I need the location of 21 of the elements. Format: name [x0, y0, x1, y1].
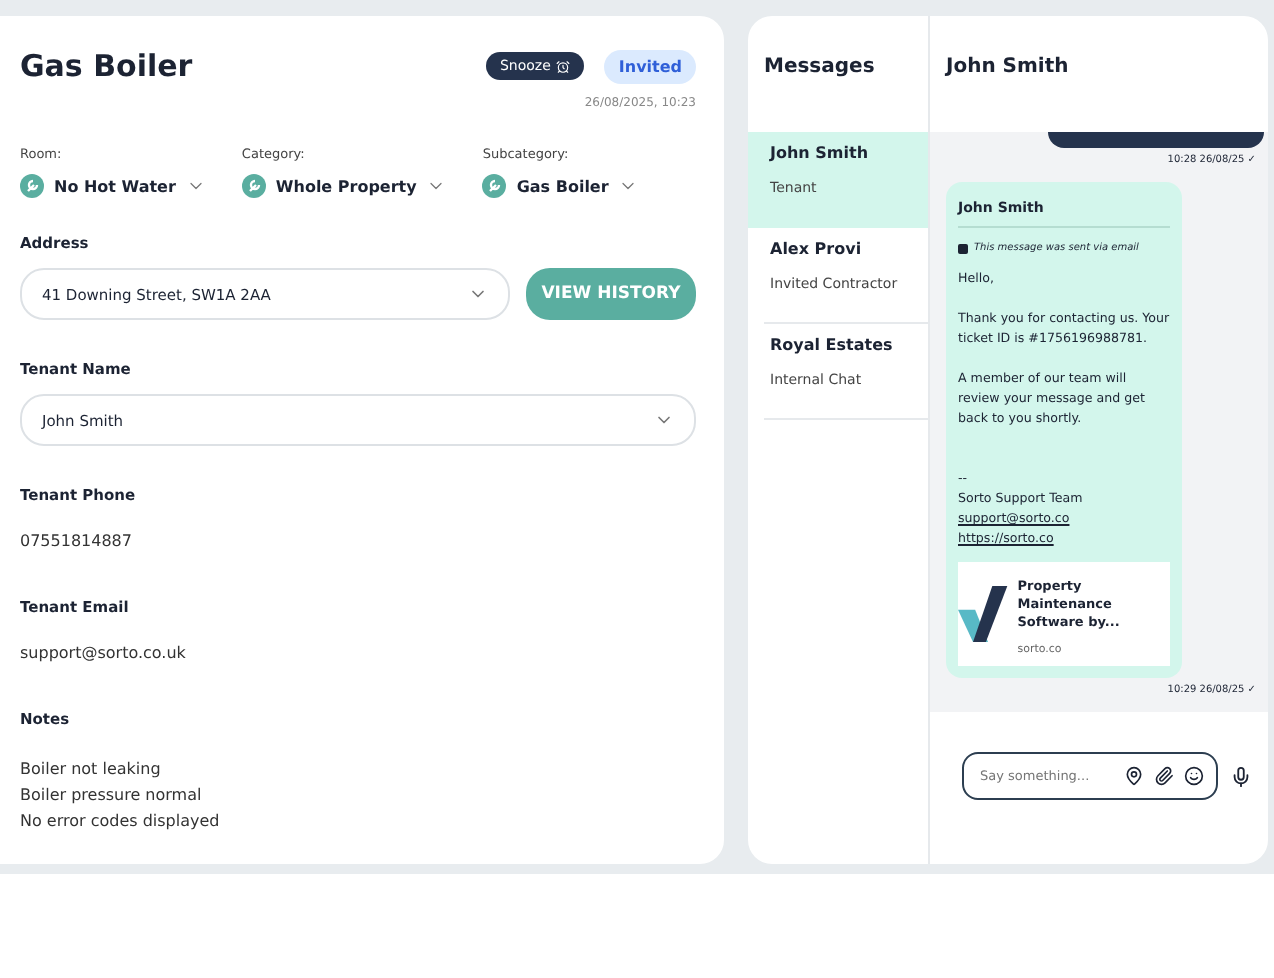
email-value: support@sorto.co.uk [20, 644, 188, 662]
emoji-icon[interactable] [1184, 766, 1204, 786]
messages-title: Messages [762, 56, 877, 82]
category-dropdown[interactable]: Whole Property [241, 174, 447, 198]
wrench-icon [20, 174, 44, 198]
location-icon[interactable] [1124, 766, 1144, 786]
category-dropdown[interactable]: Gas Boiler [482, 174, 639, 198]
microphone-icon[interactable] [1230, 765, 1252, 787]
status-badge: Invited [604, 49, 696, 83]
email-icon [958, 243, 968, 253]
wrench-icon [482, 174, 507, 198]
note-line: Boiler pressure normal [20, 784, 204, 808]
ticket-title: Gas Boiler [20, 48, 195, 84]
note-line: Boiler not leaking [20, 758, 163, 782]
chat-title: John Smith [943, 54, 1071, 82]
note-line: No error codes displayed [20, 810, 222, 834]
alarm-clock-icon [556, 59, 571, 73]
phone-value: 07551814887 [20, 532, 134, 550]
paperclip-icon[interactable] [1154, 766, 1174, 786]
category-dropdown[interactable]: No Hot Water [20, 174, 206, 198]
wrench-icon [241, 174, 266, 198]
